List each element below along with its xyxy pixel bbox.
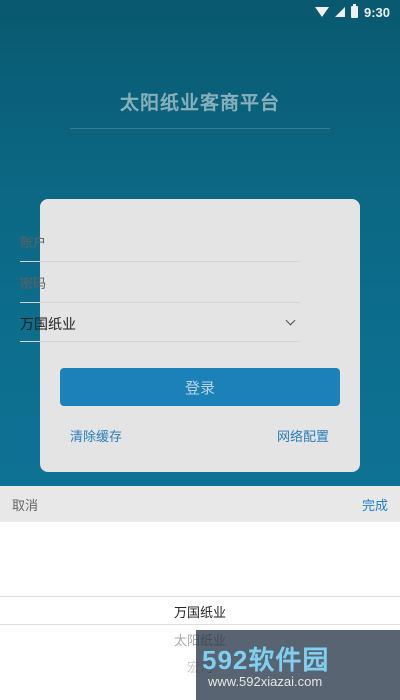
picker-toolbar: 取消 完成 <box>0 486 400 522</box>
picker-selection-line-bottom <box>0 624 400 625</box>
watermark-url: www.592xiazai.com <box>208 674 323 689</box>
picker-done-button[interactable]: 完成 <box>362 495 388 514</box>
picker-selection-line-top <box>0 596 400 597</box>
modal-backdrop[interactable] <box>0 0 400 486</box>
picker-cancel-button[interactable]: 取消 <box>12 495 38 514</box>
watermark-logo-text: 592软件园 <box>202 645 330 675</box>
picker-option-selected[interactable]: 万国纸业 <box>0 602 400 621</box>
